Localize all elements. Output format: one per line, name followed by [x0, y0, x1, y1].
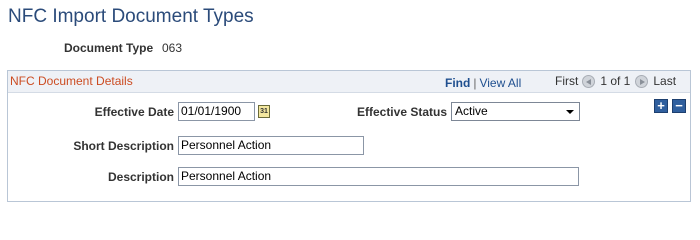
last-label[interactable]: Last	[653, 74, 676, 88]
page-title: NFC Import Document Types	[8, 6, 254, 27]
nfc-document-details-panel: NFC Document Details Find | View All First…	[7, 70, 691, 202]
chevron-down-icon	[566, 110, 574, 114]
short-description-label: Short Description	[73, 139, 174, 153]
effective-status-label: Effective Status	[356, 105, 447, 119]
panel-title: NFC Document Details	[10, 74, 133, 88]
minus-icon[interactable]: −	[672, 99, 686, 113]
description-label: Description	[107, 170, 174, 184]
effective-date-label: Effective Date	[94, 105, 174, 119]
chevron-left-circle-icon[interactable]	[582, 74, 596, 88]
find-link[interactable]: Find	[445, 76, 470, 90]
document-type-value: 063	[162, 41, 183, 55]
plus-icon[interactable]: +	[654, 99, 668, 113]
chevron-right-circle-icon[interactable]	[635, 74, 649, 88]
effective-status-value: Active	[455, 104, 488, 118]
view-all-link[interactable]: View All	[479, 76, 521, 90]
document-type-label: Document Type	[64, 41, 154, 55]
effective-date-input[interactable]: 01/01/1900	[178, 102, 255, 121]
effective-status-select[interactable]: Active	[451, 102, 580, 121]
description-input[interactable]: Personnel Action	[178, 167, 579, 186]
first-label[interactable]: First	[555, 74, 578, 88]
calendar-icon[interactable]: 31	[258, 105, 270, 118]
panel-header: NFC Document Details Find | View All First…	[8, 71, 690, 93]
row-navigation: First 1 of 1 Last	[555, 74, 676, 88]
short-description-input[interactable]: Personnel Action	[178, 136, 364, 155]
link-separator: |	[473, 76, 477, 90]
panel-header-links: Find | View All	[445, 76, 521, 90]
row-count: 1 of 1	[600, 74, 631, 88]
